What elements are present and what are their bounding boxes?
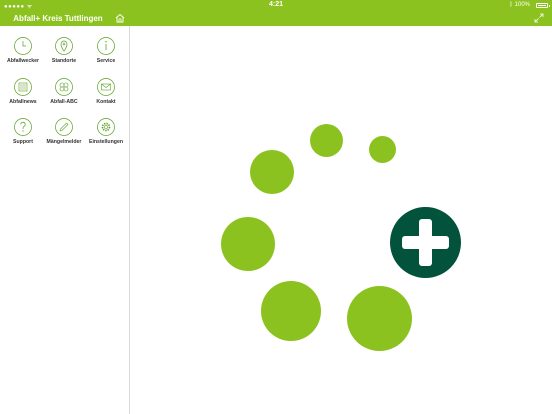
envelope-icon bbox=[97, 78, 115, 96]
expand-icon[interactable] bbox=[534, 13, 544, 23]
menu-item-support[interactable]: Support bbox=[2, 117, 44, 145]
menu-item-einstellungen[interactable]: Einstellungen bbox=[85, 117, 127, 145]
menu-item-abfall-abc[interactable]: Abfall-ABC bbox=[43, 77, 85, 105]
menu-item-kontakt[interactable]: Kontakt bbox=[85, 77, 127, 105]
battery-icon bbox=[536, 3, 550, 8]
battery-text: ᛒ 100% bbox=[509, 2, 530, 8]
loading-dot bbox=[221, 217, 275, 271]
menu-label: Standorte bbox=[51, 58, 77, 64]
menu-item-standorte[interactable]: Standorte bbox=[43, 36, 85, 64]
menu-label: Abfallwecker bbox=[6, 58, 39, 64]
status-bar: ●●●●● ᯤ 4:21 ᛒ 100% bbox=[0, 0, 552, 12]
menu-item-abfallwecker[interactable]: Abfallwecker bbox=[2, 36, 44, 64]
menu-label: Support bbox=[13, 139, 33, 145]
menu-label: Kontakt bbox=[96, 99, 116, 105]
menu-label: Abfallnews bbox=[9, 99, 37, 105]
menu-item-maengelmelder[interactable]: Mängelmelder bbox=[43, 117, 85, 145]
loading-dot bbox=[250, 150, 294, 194]
pencil-icon bbox=[55, 118, 73, 136]
menu-label: Abfall-ABC bbox=[50, 99, 78, 105]
add-button[interactable] bbox=[390, 207, 461, 278]
abc-icon bbox=[55, 78, 73, 96]
sidebar-menu: Abfallwecker Standorte Service Abfallnew… bbox=[0, 26, 130, 414]
news-icon bbox=[14, 78, 32, 96]
plus-icon bbox=[419, 219, 432, 266]
menu-label: Service bbox=[96, 58, 116, 64]
menu-label: Einstellungen bbox=[88, 139, 123, 145]
menu-item-abfallnews[interactable]: Abfallnews bbox=[2, 77, 44, 105]
question-icon bbox=[14, 118, 32, 136]
status-time: 4:21 bbox=[268, 1, 283, 8]
location-pin-icon bbox=[55, 37, 73, 55]
alarm-clock-icon bbox=[14, 37, 32, 55]
gear-icon bbox=[97, 118, 115, 136]
loading-dot bbox=[347, 286, 412, 351]
info-icon bbox=[97, 37, 115, 55]
page-title: Abfall+ Kreis Tuttlingen bbox=[13, 14, 103, 23]
loading-dot bbox=[369, 136, 396, 163]
loading-dot bbox=[261, 281, 321, 341]
home-icon[interactable] bbox=[114, 12, 126, 24]
menu-label: Mängelmelder bbox=[46, 139, 82, 145]
menu-item-service[interactable]: Service bbox=[85, 36, 127, 64]
loading-dot bbox=[310, 124, 343, 157]
